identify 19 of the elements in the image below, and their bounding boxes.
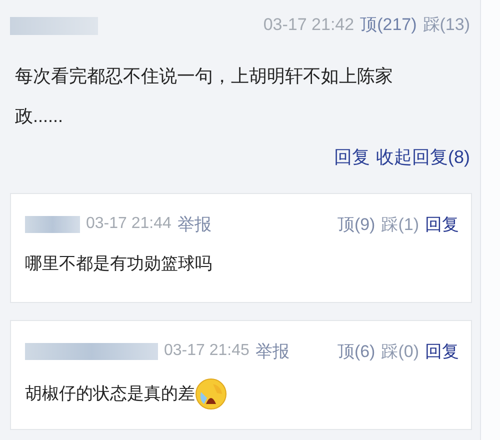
upvote-link[interactable]: 顶(6) (337, 338, 376, 364)
reply-link[interactable]: 回复 (425, 212, 459, 237)
reply-time: 03-17 21:44 (86, 214, 172, 234)
report-link[interactable]: 举报 (177, 212, 212, 237)
collapse-replies-link[interactable]: 收起回复(8) (376, 144, 470, 170)
report-link[interactable]: 举报 (255, 338, 290, 364)
comment-text: 每次看完都忍不住说一句，上胡明轩不如上陈家政...... (14, 64, 394, 128)
downvote-link[interactable]: 踩(1) (381, 212, 419, 237)
reply-time: 03-17 21:45 (164, 341, 250, 362)
downvote-link[interactable]: 踩(0) (381, 338, 419, 364)
blurred-username (25, 216, 80, 233)
reply-text: 哪里不都是有功勋篮球吗 (25, 253, 212, 275)
downvote-link[interactable]: 踩(13) (422, 12, 470, 38)
upvote-link[interactable]: 顶(217) (360, 12, 417, 38)
reply-text: 胡椒仔的状态是真的差 (25, 383, 195, 406)
reply-link[interactable]: 回复 (334, 144, 370, 170)
reply-link[interactable]: 回复 (425, 338, 459, 364)
comment-time: 03-17 21:42 (263, 14, 354, 36)
upvote-link[interactable]: 顶(9) (337, 212, 376, 237)
